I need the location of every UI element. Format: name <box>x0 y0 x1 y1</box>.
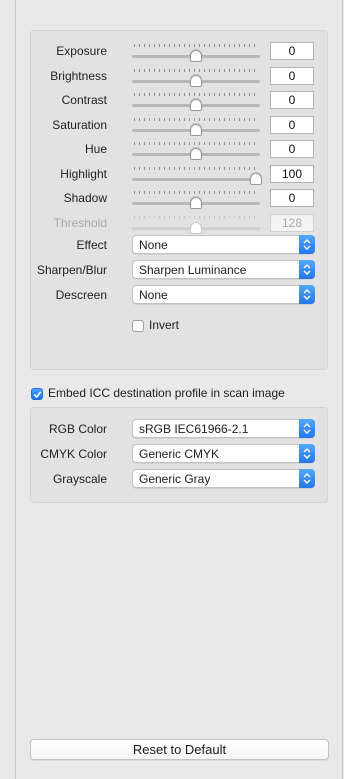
slider-tick-marks <box>134 142 258 145</box>
shadow-slider[interactable] <box>132 188 260 212</box>
hue-slider[interactable] <box>132 139 260 163</box>
saturation-label: Saturation <box>52 117 107 132</box>
grayscale-label: Grayscale <box>52 472 107 486</box>
effect-select[interactable]: None <box>132 235 315 254</box>
slider-tick-marks <box>134 191 258 194</box>
highlight-row: Highlight 100 <box>31 164 327 188</box>
effect-row: Effect None <box>31 235 327 259</box>
invert-checkbox[interactable] <box>132 320 144 332</box>
embed-icc-label: Embed ICC destination profile in scan im… <box>48 386 285 400</box>
effect-label: Effect <box>76 238 107 252</box>
contrast-row: Contrast 0 <box>31 90 327 114</box>
rgb-color-select[interactable]: sRGB IEC61966-2.1 <box>132 419 315 438</box>
hue-row: Hue 0 <box>31 139 327 163</box>
exposure-label: Exposure <box>56 44 107 58</box>
brightness-slider[interactable] <box>132 66 260 90</box>
invert-label: Invert <box>149 318 180 332</box>
highlight-slider[interactable] <box>132 164 262 188</box>
slider-tick-marks <box>134 215 258 219</box>
adjustments-panel: Exposure 0 Brightness 0 Contrast 0 Saturation 0… <box>30 30 328 370</box>
saturation-slider[interactable] <box>132 115 260 139</box>
embed-icc-checkbox[interactable] <box>31 388 43 400</box>
slider-tick-marks <box>134 93 258 96</box>
reset-to-default-button[interactable]: Reset to Default <box>30 739 329 760</box>
contrast-slider[interactable] <box>132 90 260 114</box>
exposure-slider-thumb[interactable] <box>190 50 202 62</box>
checkmark-icon <box>33 391 42 399</box>
grayscale-value: Generic Gray <box>139 472 211 486</box>
saturation-row: Saturation 0 <box>31 115 327 139</box>
slider-tick-marks <box>134 117 258 121</box>
popup-chevrons-icon <box>299 235 315 254</box>
saturation-slider-thumb[interactable] <box>190 123 202 136</box>
contrast-value-field[interactable]: 0 <box>270 91 314 109</box>
cmyk-color-label: CMYK Color <box>40 447 107 461</box>
popup-chevrons-icon <box>299 285 315 304</box>
brightness-label: Brightness <box>50 68 107 83</box>
sharpen-blur-label: Sharpen/Blur <box>36 263 107 277</box>
rgb-color-row: RGB Color sRGB IEC61966-2.1 <box>31 419 327 443</box>
rgb-color-label: RGB Color <box>48 422 107 436</box>
exposure-slider[interactable] <box>132 41 260 65</box>
shadow-label: Shadow <box>63 191 107 205</box>
threshold-slider <box>132 213 260 237</box>
cmyk-color-select[interactable]: Generic CMYK <box>132 444 315 463</box>
threshold-slider-thumb <box>190 221 202 234</box>
highlight-value-field[interactable]: 100 <box>270 164 314 183</box>
sharpen-blur-value: Sharpen Luminance <box>139 263 247 277</box>
contrast-label: Contrast <box>61 93 107 107</box>
effect-value: None <box>139 238 168 252</box>
contrast-slider-thumb[interactable] <box>190 99 202 111</box>
saturation-value-field[interactable]: 0 <box>270 115 314 134</box>
descreen-row: Descreen None <box>31 285 327 309</box>
grayscale-row: Grayscale Generic Gray <box>31 469 327 493</box>
threshold-row: Threshold 128 <box>31 213 327 237</box>
exposure-row: Exposure 0 <box>31 41 327 65</box>
cmyk-color-value: Generic CMYK <box>139 447 220 461</box>
popup-chevrons-icon <box>299 260 315 279</box>
threshold-label: Threshold <box>53 215 107 230</box>
slider-tick-marks <box>134 68 258 72</box>
hue-slider-thumb[interactable] <box>190 148 202 160</box>
sharpen-blur-row: Sharpen/Blur Sharpen Luminance <box>31 260 327 284</box>
descreen-value: None <box>139 288 168 302</box>
slider-tick-marks <box>134 166 258 170</box>
sharpen-blur-select[interactable]: Sharpen Luminance <box>132 260 315 279</box>
rgb-color-value: sRGB IEC61966-2.1 <box>139 422 249 436</box>
popup-chevrons-icon <box>299 469 315 488</box>
slider-tick-marks <box>134 44 258 47</box>
shadow-slider-thumb[interactable] <box>190 197 202 209</box>
highlight-label: Highlight <box>60 166 107 181</box>
highlight-slider-thumb[interactable] <box>250 172 262 185</box>
exposure-value-field[interactable]: 0 <box>270 42 314 60</box>
descreen-label: Descreen <box>55 288 107 302</box>
left-divider <box>15 0 16 779</box>
shadow-value-field[interactable]: 0 <box>270 189 314 207</box>
cmyk-color-row: CMYK Color Generic CMYK <box>31 444 327 468</box>
shadow-row: Shadow 0 <box>31 188 327 212</box>
descreen-select[interactable]: None <box>132 285 315 304</box>
threshold-value-field: 128 <box>270 213 314 232</box>
slider-track <box>132 177 260 181</box>
popup-chevrons-icon <box>299 444 315 463</box>
popup-chevrons-icon <box>299 419 315 438</box>
grayscale-select[interactable]: Generic Gray <box>132 469 315 488</box>
right-divider <box>342 0 343 779</box>
brightness-slider-thumb[interactable] <box>190 74 202 87</box>
color-profiles-panel: RGB Color sRGB IEC61966-2.1 CMYK Color G… <box>30 407 328 503</box>
hue-value-field[interactable]: 0 <box>270 140 314 158</box>
brightness-value-field[interactable]: 0 <box>270 66 314 85</box>
brightness-row: Brightness 0 <box>31 66 327 90</box>
hue-label: Hue <box>84 142 107 156</box>
